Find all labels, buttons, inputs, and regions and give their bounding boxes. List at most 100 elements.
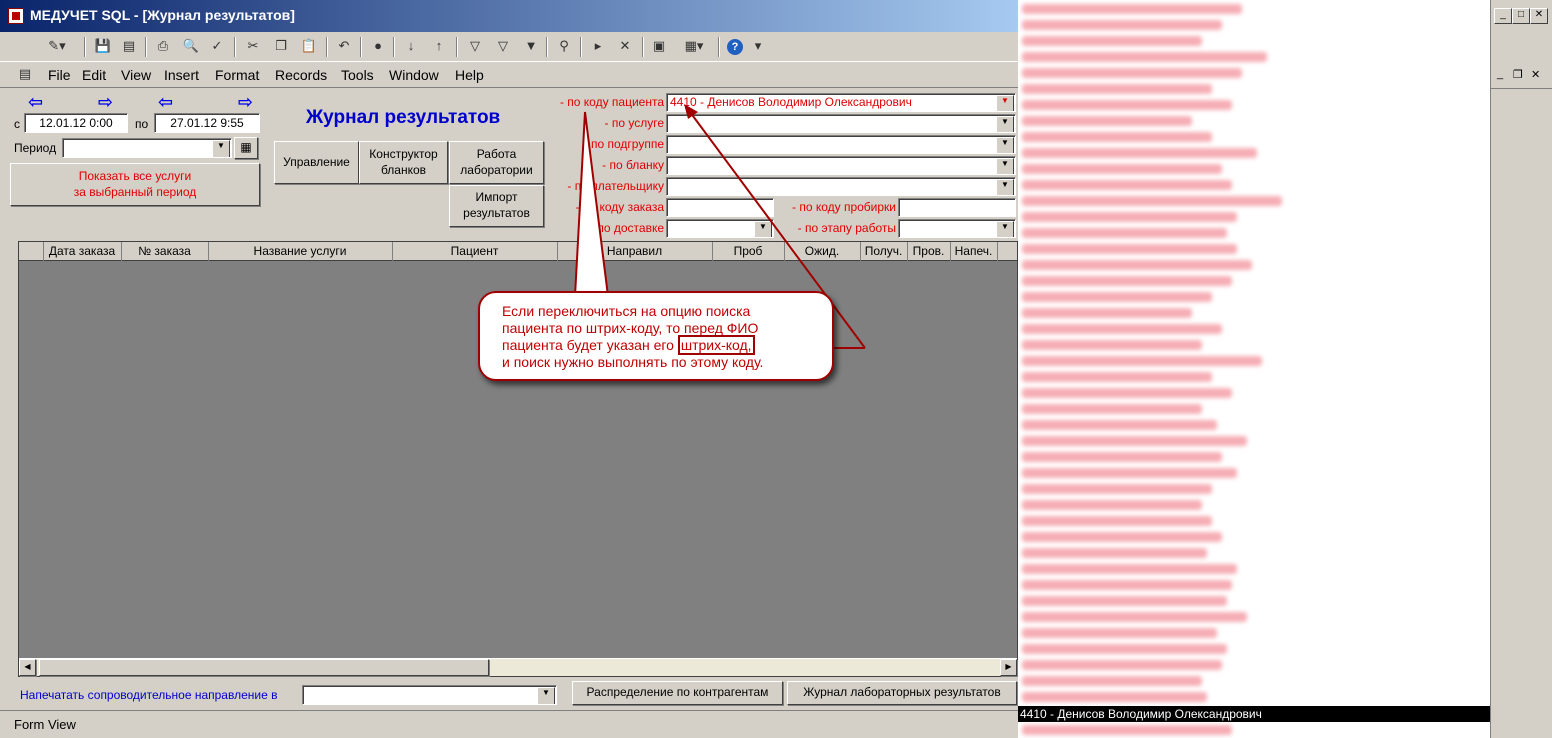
patient-filter-combo[interactable]: 4410 - Денисов Володимир Олександрович ▼ (666, 93, 1016, 112)
show-all-services-button[interactable]: Показать все услуги за выбранный период (10, 163, 260, 206)
from-prev-arrow-icon[interactable]: ⇦ (28, 92, 43, 113)
selected-list-item[interactable]: 4410 - Денисов Володимир Олександрович (1018, 706, 1490, 722)
chevron-down-icon[interactable]: ▼ (537, 687, 555, 704)
horizontal-scrollbar[interactable]: ◀ ▶ (19, 658, 1017, 676)
minimize-icon[interactable]: _ (1494, 8, 1512, 24)
from-next-arrow-icon[interactable]: ⇨ (98, 92, 113, 113)
payer-filter-combo[interactable]: ▼ (666, 177, 1016, 196)
new-record-icon[interactable]: ▸ (587, 36, 609, 56)
copy-icon[interactable]: ❐ (270, 36, 292, 56)
subgroup-filter-combo[interactable]: ▼ (666, 135, 1016, 154)
filter-form-icon[interactable]: ▽ (492, 36, 514, 56)
to-date-field[interactable]: 27.01.12 9:55 (154, 113, 260, 133)
mdi-close-icon[interactable]: ✕ (1531, 68, 1540, 81)
from-label: с (14, 117, 20, 131)
scrollbar-thumb[interactable] (39, 659, 489, 676)
toolbar-options-icon[interactable]: ▾ (752, 36, 764, 56)
delete-record-icon[interactable]: ✕ (614, 36, 636, 56)
column-printed[interactable]: Напеч. (950, 242, 998, 261)
column-order-date[interactable]: Дата заказа (43, 242, 122, 261)
filter-selection-icon[interactable]: ▽ (464, 36, 486, 56)
to-prev-arrow-icon[interactable]: ⇦ (158, 92, 173, 113)
apply-filter-icon[interactable]: ▼ (520, 36, 542, 56)
menu-tools[interactable]: Tools (341, 67, 374, 83)
maximize-icon[interactable]: □ (1512, 8, 1530, 24)
service-filter-combo[interactable]: ▼ (666, 114, 1016, 133)
menu-window[interactable]: Window (389, 67, 439, 83)
column-service-name[interactable]: Название услуги (208, 242, 393, 261)
chevron-down-icon[interactable]: ▼ (996, 179, 1014, 195)
column-checked[interactable]: Пров. (907, 242, 951, 261)
tube-code-field[interactable] (898, 198, 1016, 217)
column-samples[interactable]: Проб (712, 242, 785, 261)
management-button[interactable]: Управление (274, 141, 359, 184)
undo-icon[interactable]: ↶ (333, 36, 355, 56)
find-icon[interactable]: ⚲ (553, 36, 575, 56)
filter-patient-label: - по коду пациента (559, 95, 664, 109)
mdi-minimize-icon[interactable]: _ (1497, 68, 1503, 80)
order-code-field[interactable] (666, 198, 774, 217)
chevron-down-icon[interactable]: ▼ (996, 158, 1014, 174)
blank-filter-combo[interactable]: ▼ (666, 156, 1016, 175)
new-object-icon[interactable]: ▦▾ (676, 36, 712, 56)
stage-filter-combo[interactable]: ▼ (898, 219, 1016, 238)
column-referred-by[interactable]: Направил (557, 242, 713, 261)
outer-window-edge: _ □ ✕ _ ❐ ✕ (1490, 0, 1552, 738)
menu-format[interactable]: Format (215, 67, 259, 83)
title-bar: МЕДУЧЕТ SQL - [Журнал результатов] (0, 0, 1020, 32)
menu-help[interactable]: Help (455, 67, 484, 83)
to-next-arrow-icon[interactable]: ⇨ (238, 92, 253, 113)
print-referral-combo[interactable]: ▼ (302, 685, 557, 705)
column-expected[interactable]: Ожид. (784, 242, 861, 261)
form-icon[interactable]: ▤ (14, 64, 36, 84)
print-preview-icon[interactable]: 🔍 (180, 36, 202, 56)
menu-view[interactable]: View (121, 67, 151, 83)
design-view-icon[interactable]: ✎▾ (40, 36, 74, 56)
column-received[interactable]: Получ. (860, 242, 908, 261)
grid-header: Дата заказа № заказа Название услуги Пац… (19, 242, 1017, 261)
search-file-icon[interactable]: ▤ (118, 36, 140, 56)
database-window-icon[interactable]: ▣ (648, 36, 670, 56)
filter-order-label: - по коду заказа (575, 200, 664, 214)
chevron-down-icon[interactable]: ▼ (996, 95, 1014, 111)
sort-descending-icon[interactable]: ↑ (428, 36, 450, 56)
blank-designer-button[interactable]: Конструктор бланков (359, 141, 448, 184)
chevron-down-icon[interactable]: ▼ (996, 221, 1014, 237)
app-icon (8, 8, 24, 24)
patient-dropdown-list[interactable]: 4410 - Денисов Володимир Олександрович (1018, 0, 1490, 738)
cut-icon[interactable]: ✂ (242, 36, 264, 56)
record-selector-header[interactable] (19, 242, 44, 261)
column-patient[interactable]: Пациент (392, 242, 558, 261)
scroll-right-icon[interactable]: ▶ (1000, 659, 1017, 676)
sort-ascending-icon[interactable]: ↓ (400, 36, 422, 56)
period-combo[interactable]: ▼ (62, 138, 232, 158)
calendar-button[interactable]: ▦ (234, 137, 258, 159)
patient-filter-value: 4410 - Денисов Володимир Олександрович (670, 95, 912, 109)
from-date-field[interactable]: 12.01.12 0:00 (24, 113, 128, 133)
print-icon[interactable]: ⎙ (152, 36, 174, 56)
filter-delivery-label: - по доставке (590, 221, 664, 235)
menu-file[interactable]: File (48, 67, 71, 83)
lab-results-journal-button[interactable]: Журнал лабораторных результатов (787, 681, 1017, 705)
close-icon[interactable]: ✕ (1530, 8, 1548, 24)
delivery-filter-combo[interactable]: ▼ (666, 219, 774, 238)
window-title: МЕДУЧЕТ SQL - [Журнал результатов] (30, 7, 295, 23)
paste-icon[interactable]: 📋 (298, 36, 320, 56)
save-icon[interactable]: 💾 (92, 36, 114, 56)
chevron-down-icon[interactable]: ▼ (996, 137, 1014, 153)
chevron-down-icon[interactable]: ▼ (212, 140, 230, 157)
distribution-button[interactable]: Распределение по контрагентам (572, 681, 783, 705)
scroll-left-icon[interactable]: ◀ (19, 659, 36, 676)
hyperlink-icon[interactable]: ● (367, 36, 389, 56)
period-label: Период (14, 141, 57, 155)
help-icon[interactable]: ? (724, 36, 746, 56)
chevron-down-icon[interactable]: ▼ (754, 221, 772, 237)
column-order-number[interactable]: № заказа (121, 242, 209, 261)
filter-tube-label: - по коду пробирки (791, 200, 896, 214)
mdi-restore-icon[interactable]: ❐ (1513, 68, 1523, 81)
spelling-icon[interactable]: ✓ (206, 36, 228, 56)
menu-edit[interactable]: Edit (82, 67, 106, 83)
chevron-down-icon[interactable]: ▼ (996, 116, 1014, 132)
menu-insert[interactable]: Insert (164, 67, 199, 83)
menu-records[interactable]: Records (275, 67, 327, 83)
